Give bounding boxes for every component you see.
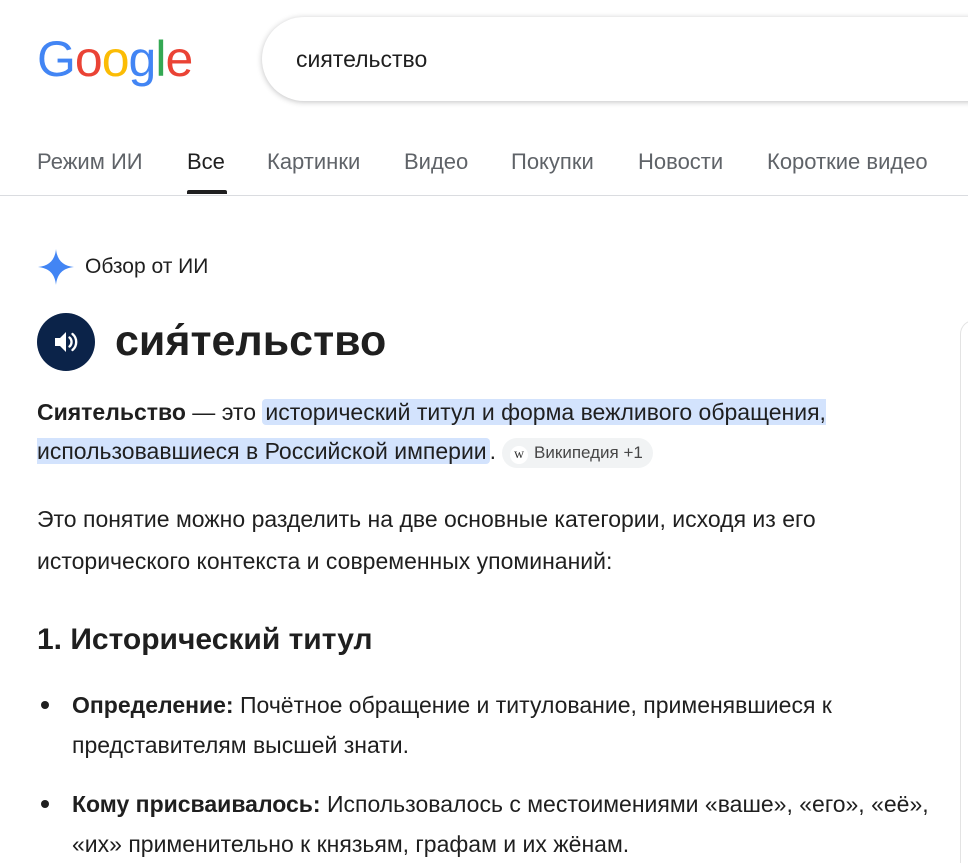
tab-ai-mode[interactable]: Режим ИИ [37,147,143,177]
intro-paragraph: Это понятие можно разделить на две основ… [37,506,816,574]
source-chip-label: Википедия +1 [534,442,643,462]
definition-dash: — это [185,399,263,425]
sparkle-icon [38,249,74,285]
google-logo[interactable]: Google [37,31,193,87]
headword: сия́тельство [115,317,387,365]
tab-short-videos[interactable]: Короткие видео [767,147,928,177]
speaker-icon [55,332,78,352]
wikipedia-icon: w [510,445,529,464]
source-chip[interactable]: w Википедия +1 [502,437,653,468]
pronounce-button[interactable] [37,313,95,371]
section-heading: 1. Исторический титул [37,623,373,656]
side-panel-edge [960,320,968,863]
search-tabs: Режим ИИ Все Картинки Видео Покупки Ново… [0,130,968,196]
ai-overview-title: Обзор от ИИ [85,255,209,278]
list-item: Определение: Почётное обращение и титуло… [72,685,942,765]
list-item: Кому присваивалось: Использовалось с мес… [72,784,942,863]
bullet-label: Кому присваивалось: [72,791,321,817]
search-input[interactable]: сиятельство [296,44,427,74]
definition-term: Сиятельство [37,399,186,425]
tab-videos[interactable]: Видео [404,147,468,177]
search-results-page: Google сиятельство Режим ИИ Все Картинки… [0,0,968,863]
active-tab-indicator [187,190,227,194]
tab-all[interactable]: Все [187,147,225,177]
definition-paragraph: Сиятельство — это исторический титул и ф… [37,393,917,471]
bullet-dot [41,800,49,808]
bullet-dot [41,701,49,709]
tab-shopping[interactable]: Покупки [511,147,594,177]
tab-images[interactable]: Картинки [267,147,360,177]
tab-news[interactable]: Новости [638,147,723,177]
bullet-label: Определение: [72,692,234,718]
definition-end: . [489,438,497,464]
